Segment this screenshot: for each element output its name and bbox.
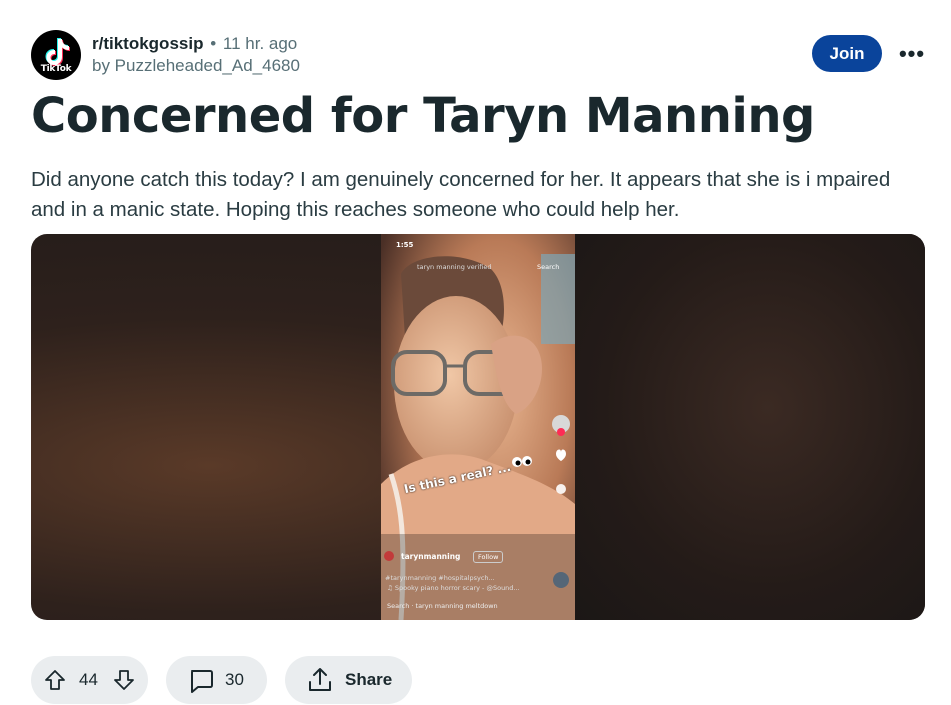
phone-search-button: Search bbox=[537, 263, 560, 271]
share-icon bbox=[306, 666, 334, 699]
comments-button[interactable]: 30 bbox=[166, 656, 267, 704]
vote-count: 44 bbox=[79, 670, 98, 689]
meta-separator: • bbox=[210, 34, 217, 53]
subreddit-avatar[interactable]: TikTok bbox=[31, 30, 81, 80]
post-body: Did anyone catch this today? I am genuin… bbox=[31, 168, 891, 221]
upvote-icon[interactable] bbox=[43, 668, 67, 697]
subreddit-link[interactable]: r/tiktokgossip bbox=[92, 34, 203, 53]
media-blur-background bbox=[575, 234, 925, 620]
comment-count: 30 bbox=[225, 670, 244, 689]
more-options-button[interactable]: ••• bbox=[897, 35, 927, 72]
video-bottom-search: Search · taryn manning meltdown bbox=[387, 602, 498, 610]
author-link[interactable]: by Puzzleheaded_Ad_4680 bbox=[92, 55, 300, 77]
phone-status-time: 1:55 bbox=[396, 241, 414, 249]
video-handle: tarynmanning bbox=[401, 552, 461, 561]
video-sound: ♫ Spooky piano horror scary - @Sound... bbox=[387, 584, 520, 592]
post-time: 11 hr. ago bbox=[222, 34, 298, 53]
vote-control: 44 bbox=[31, 656, 148, 704]
share-button[interactable]: Share bbox=[285, 656, 412, 704]
avatar-label: TikTok bbox=[40, 64, 72, 74]
join-button[interactable]: Join bbox=[812, 35, 882, 72]
share-label: Share bbox=[345, 670, 393, 689]
downvote-icon[interactable] bbox=[112, 668, 136, 697]
post-meta: r/tiktokgossip • 11 hr. ago by Puzzlehea… bbox=[92, 33, 300, 77]
phone-search-query: taryn manning verified bbox=[417, 263, 492, 271]
video-follow-button: Follow bbox=[473, 551, 504, 563]
post-header: TikTok r/tiktokgossip • 11 hr. ago by Pu… bbox=[31, 30, 924, 80]
video-hashtags: #tarynmanning #hospitalpsych... bbox=[385, 574, 495, 582]
comment-icon bbox=[187, 667, 215, 700]
video-frame[interactable]: 1:55 taryn manning verified Search Is th… bbox=[381, 234, 575, 620]
post-title: Concerned for Taryn Manning bbox=[31, 88, 815, 144]
post-media[interactable]: 1:55 taryn manning verified Search Is th… bbox=[31, 234, 925, 620]
